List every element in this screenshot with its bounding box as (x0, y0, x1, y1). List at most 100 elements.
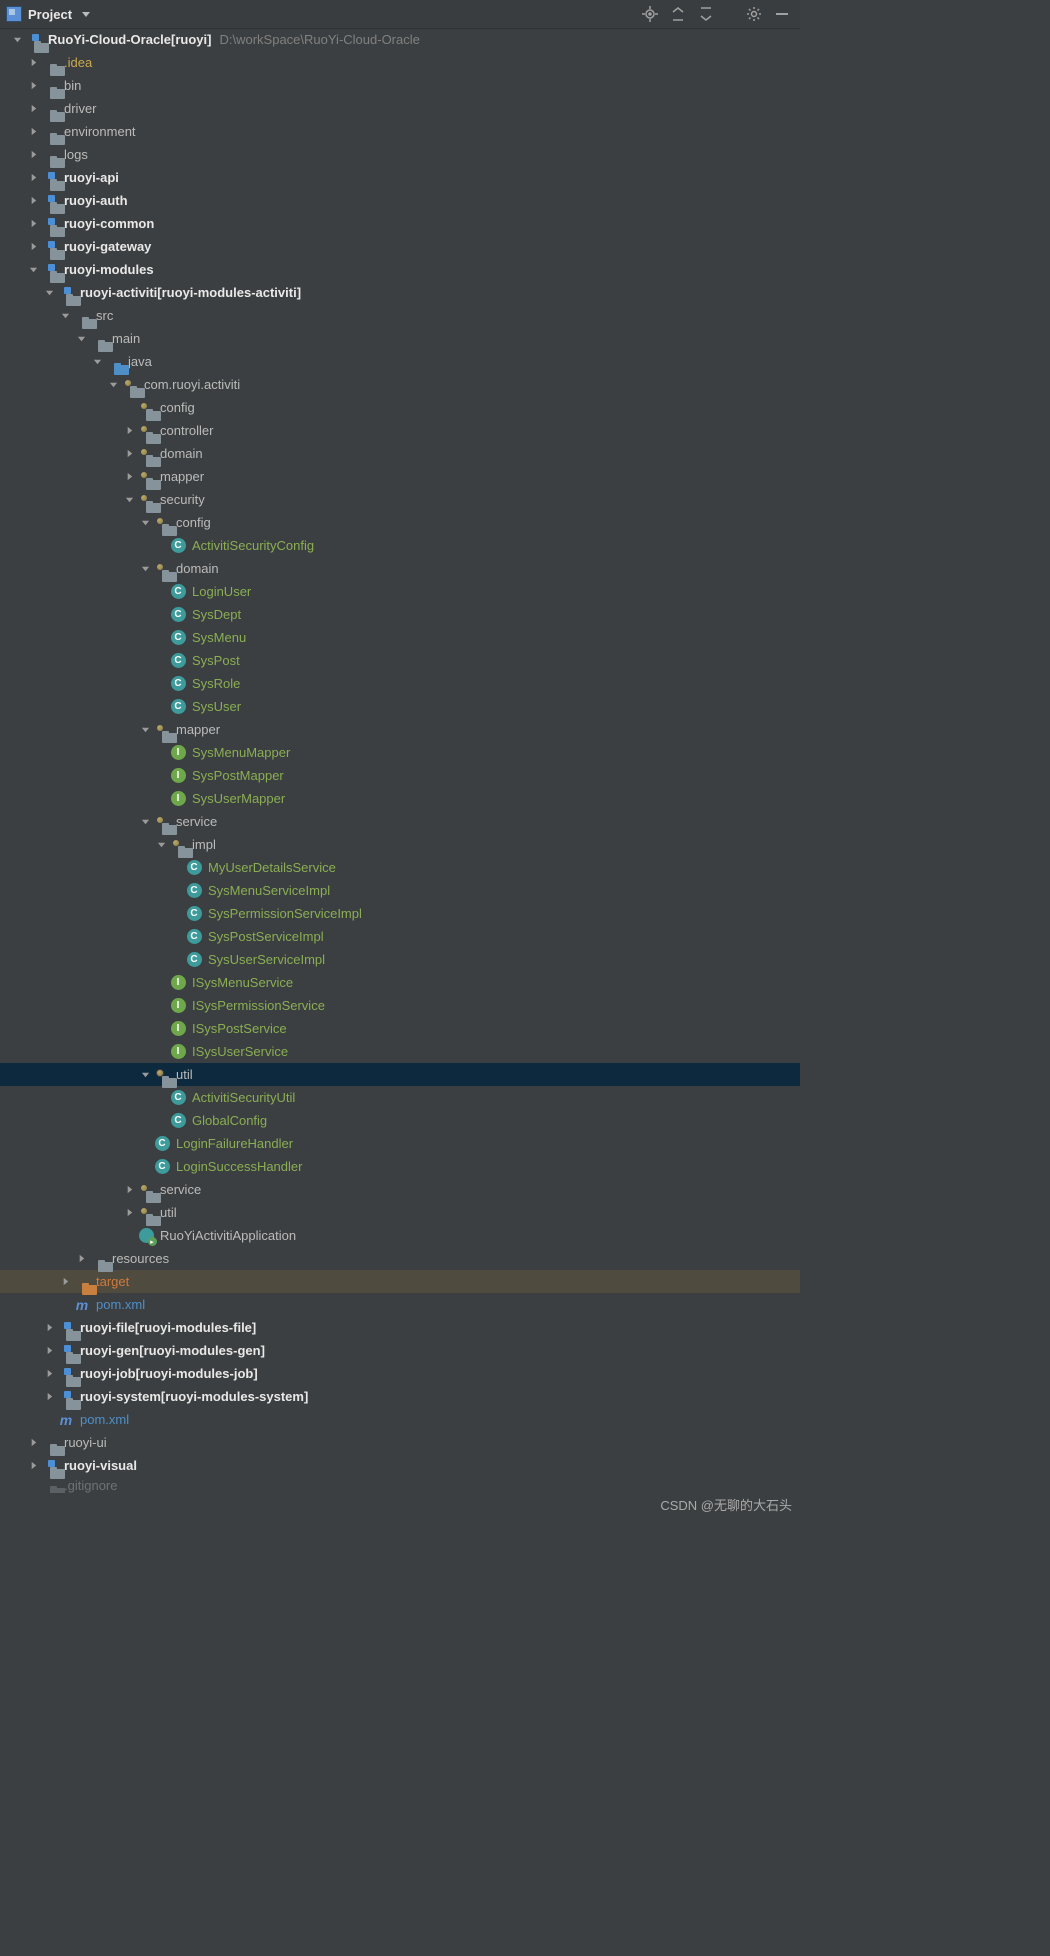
tree-row[interactable]: RuoYiActivitiApplication (0, 1224, 800, 1247)
tree-row[interactable]: impl (0, 833, 800, 856)
tree-row[interactable]: IISysMenuService (0, 971, 800, 994)
tree-row[interactable]: CLoginUser (0, 580, 800, 603)
chevron-right-icon[interactable] (26, 102, 40, 116)
tree-row[interactable]: ruoyi-modules (0, 258, 800, 281)
chevron-right-icon[interactable] (26, 217, 40, 231)
tree-row[interactable]: ISysMenuMapper (0, 741, 800, 764)
chevron-right-icon[interactable] (26, 79, 40, 93)
tree-row[interactable]: service (0, 810, 800, 833)
tree-row[interactable]: ISysPostMapper (0, 764, 800, 787)
tree-row[interactable]: IISysPermissionService (0, 994, 800, 1017)
tree-row[interactable]: security (0, 488, 800, 511)
tree-row[interactable]: ruoyi-visual (0, 1454, 800, 1477)
tree-row[interactable]: RuoYi-Cloud-Oracle [ruoyi]D:\workSpace\R… (0, 28, 800, 51)
locate-icon[interactable] (642, 6, 658, 22)
tree-row[interactable]: .gitignore (0, 1477, 800, 1493)
tree-row[interactable]: bin (0, 74, 800, 97)
chevron-down-icon[interactable] (154, 838, 168, 852)
chevron-right-icon[interactable] (122, 1183, 136, 1197)
tree-row[interactable]: CSysPost (0, 649, 800, 672)
chevron-right-icon[interactable] (122, 424, 136, 438)
chevron-down-icon[interactable] (138, 723, 152, 737)
tree-row[interactable]: environment (0, 120, 800, 143)
tree-row[interactable]: resources (0, 1247, 800, 1270)
tree-row[interactable]: CMyUserDetailsService (0, 856, 800, 879)
chevron-down-icon[interactable] (26, 263, 40, 277)
chevron-right-icon[interactable] (42, 1321, 56, 1335)
tree-row[interactable]: CSysMenuServiceImpl (0, 879, 800, 902)
chevron-right-icon[interactable] (26, 56, 40, 70)
chevron-down-icon[interactable] (138, 815, 152, 829)
tree-row[interactable]: mpom.xml (0, 1293, 800, 1316)
tree-row[interactable]: ruoyi-api (0, 166, 800, 189)
tree-row[interactable]: src (0, 304, 800, 327)
tree-row[interactable]: IISysPostService (0, 1017, 800, 1040)
chevron-right-icon[interactable] (74, 1252, 88, 1266)
tree-row[interactable]: ruoyi-activiti [ruoyi-modules-activiti] (0, 281, 800, 304)
chevron-right-icon[interactable] (26, 171, 40, 185)
tree-row[interactable]: util (0, 1063, 800, 1086)
chevron-right-icon[interactable] (26, 125, 40, 139)
expand-all-icon[interactable] (670, 6, 686, 22)
tree-row[interactable]: target (0, 1270, 800, 1293)
tree-row[interactable]: mapper (0, 465, 800, 488)
tree-row[interactable]: com.ruoyi.activiti (0, 373, 800, 396)
tree-row[interactable]: CSysUserServiceImpl (0, 948, 800, 971)
chevron-right-icon[interactable] (42, 1367, 56, 1381)
tree-row[interactable]: ruoyi-auth (0, 189, 800, 212)
tree-row[interactable]: controller (0, 419, 800, 442)
chevron-down-icon[interactable] (106, 378, 120, 392)
tree-row[interactable]: main (0, 327, 800, 350)
chevron-right-icon[interactable] (26, 148, 40, 162)
chevron-down-icon[interactable] (138, 562, 152, 576)
tree-row[interactable]: domain (0, 442, 800, 465)
hide-icon[interactable] (774, 6, 790, 22)
tree-row[interactable]: ruoyi-job [ruoyi-modules-job] (0, 1362, 800, 1385)
tree-row[interactable]: ruoyi-file [ruoyi-modules-file] (0, 1316, 800, 1339)
chevron-down-icon[interactable] (58, 309, 72, 323)
tree-row[interactable]: ruoyi-common (0, 212, 800, 235)
tree-row[interactable]: config (0, 396, 800, 419)
chevron-right-icon[interactable] (26, 194, 40, 208)
tree-row[interactable]: CActivitiSecurityUtil (0, 1086, 800, 1109)
tree-row[interactable]: CGlobalConfig (0, 1109, 800, 1132)
chevron-right-icon[interactable] (26, 240, 40, 254)
chevron-down-icon[interactable] (122, 493, 136, 507)
chevron-right-icon[interactable] (58, 1275, 72, 1289)
tree-row[interactable]: config (0, 511, 800, 534)
chevron-right-icon[interactable] (42, 1344, 56, 1358)
tree-row[interactable]: ruoyi-ui (0, 1431, 800, 1454)
tree-row[interactable]: driver (0, 97, 800, 120)
tree-row[interactable]: service (0, 1178, 800, 1201)
chevron-right-icon[interactable] (26, 1436, 40, 1450)
tree-row[interactable]: util (0, 1201, 800, 1224)
chevron-down-icon[interactable] (74, 332, 88, 346)
project-selector[interactable]: Project (6, 6, 90, 22)
tree-row[interactable]: IISysUserService (0, 1040, 800, 1063)
collapse-all-icon[interactable] (698, 6, 714, 22)
gear-icon[interactable] (746, 6, 762, 22)
chevron-down-icon[interactable] (42, 286, 56, 300)
tree-row[interactable]: CSysPostServiceImpl (0, 925, 800, 948)
project-tree[interactable]: RuoYi-Cloud-Oracle [ruoyi]D:\workSpace\R… (0, 28, 800, 1518)
tree-row[interactable]: CSysDept (0, 603, 800, 626)
tree-row[interactable]: .idea (0, 51, 800, 74)
tree-row[interactable]: CSysPermissionServiceImpl (0, 902, 800, 925)
chevron-down-icon[interactable] (10, 33, 24, 47)
tree-row[interactable]: CLoginFailureHandler (0, 1132, 800, 1155)
tree-row[interactable]: java (0, 350, 800, 373)
chevron-right-icon[interactable] (122, 1206, 136, 1220)
tree-row[interactable]: mpom.xml (0, 1408, 800, 1431)
tree-row[interactable]: logs (0, 143, 800, 166)
chevron-down-icon[interactable] (138, 1068, 152, 1082)
tree-row[interactable]: CSysRole (0, 672, 800, 695)
tree-row[interactable]: domain (0, 557, 800, 580)
tree-row[interactable]: CActivitiSecurityConfig (0, 534, 800, 557)
chevron-down-icon[interactable] (138, 516, 152, 530)
chevron-right-icon[interactable] (122, 470, 136, 484)
chevron-down-icon[interactable] (90, 355, 104, 369)
tree-row[interactable]: ruoyi-gateway (0, 235, 800, 258)
chevron-right-icon[interactable] (122, 447, 136, 461)
tree-row[interactable]: ISysUserMapper (0, 787, 800, 810)
tree-row[interactable]: ruoyi-system [ruoyi-modules-system] (0, 1385, 800, 1408)
